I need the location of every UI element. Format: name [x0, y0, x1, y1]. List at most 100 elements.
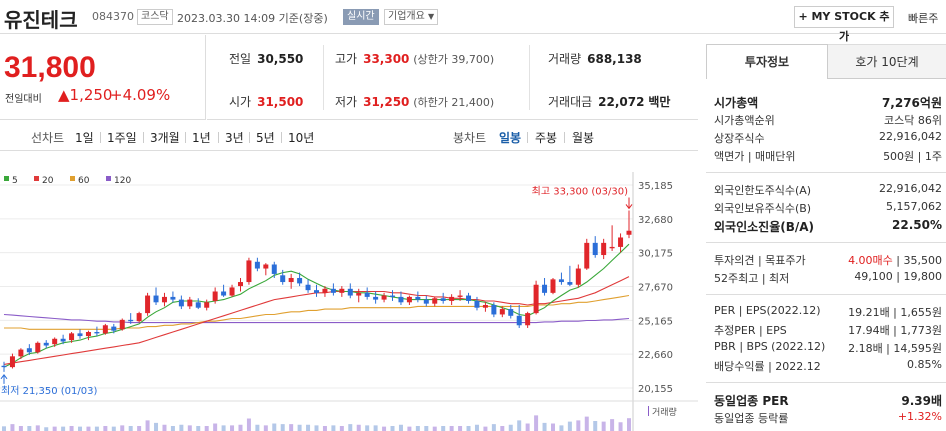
- candle-body: [305, 284, 311, 291]
- invest-row-label: 동일업종 PER: [714, 394, 789, 408]
- candle-body: [449, 296, 455, 301]
- period-option-3[interactable]: 1년: [192, 129, 211, 146]
- volume-bar: [103, 426, 108, 431]
- price-panel: 31,800 전일대비 ▲1,250 +4.09%: [0, 35, 206, 120]
- y-tick-label: 22,660: [638, 350, 673, 361]
- candle-option-0[interactable]: 일봉: [499, 129, 521, 146]
- volume-bar: [483, 426, 488, 431]
- invest-row: 추정PER | EPS 17.94배 | 1,773원: [714, 320, 946, 338]
- period-option-2[interactable]: 3개월: [150, 129, 180, 146]
- invest-row: 시가총액순위 코스닥 86위: [714, 110, 946, 128]
- stock-chart: 35,185 32,680 30,175 27,670 25,165 22,660 20,1…: [0, 172, 698, 431]
- high-price: 고가 33,300 (상한가 39,700): [335, 52, 495, 66]
- candle-body: [356, 292, 362, 296]
- candle-option-2[interactable]: 월봉: [572, 129, 594, 146]
- invest-row-label: 시가총액: [714, 96, 759, 110]
- volume-bar: [517, 420, 522, 431]
- candle-body: [178, 299, 184, 307]
- invest-info-panel: 투자정보 호가 10단계 시가총액 7,276억원 시가총액순위 코스닥 86위 상장주…: [706, 44, 946, 431]
- volume-bar: [373, 425, 378, 431]
- volume-bar: [297, 424, 302, 431]
- candle-body: [288, 277, 294, 283]
- period-option-6[interactable]: 10년: [288, 129, 314, 146]
- candle-body: [297, 277, 303, 284]
- realtime-button[interactable]: 실시간: [343, 9, 379, 25]
- add-mystock-button[interactable]: + MY STOCK 추가: [794, 6, 894, 43]
- company-info-button[interactable]: 기업개요 ▼: [384, 9, 439, 25]
- period-option-0[interactable]: 1일: [75, 129, 94, 146]
- candle-body: [271, 264, 277, 274]
- candle-body: [550, 279, 556, 293]
- volume-bar: [78, 426, 83, 431]
- volume-bar: [348, 424, 353, 431]
- volume-bar: [491, 424, 496, 431]
- period-option-5[interactable]: 5년: [256, 129, 275, 146]
- volume-bar: [280, 424, 285, 431]
- volume-bar: [238, 424, 243, 431]
- quote-summary: 전일 30,550 고가 33,300 (상한가 39,700) 거래량 688,13…: [207, 35, 698, 120]
- volume-bar: [584, 416, 589, 431]
- volume-bar: [137, 426, 142, 431]
- candle-body: [491, 305, 497, 315]
- volume-bar: [542, 422, 547, 431]
- candle-body: [145, 295, 151, 314]
- volume-bar: [196, 426, 201, 431]
- invest-row-label: 외국인한도주식수(A): [714, 184, 812, 197]
- invest-row: 외국인한도주식수(A) 22,916,042: [714, 180, 946, 198]
- volume-bar: [221, 425, 226, 431]
- invest-row-label: 추정PER | EPS: [714, 324, 787, 337]
- volume-bar: [365, 425, 370, 431]
- candle-body: [195, 302, 201, 308]
- candle-body: [339, 288, 345, 293]
- period-option-1[interactable]: 1주일: [107, 129, 137, 146]
- volume-bar: [10, 424, 15, 431]
- candle-body: [204, 302, 210, 308]
- invest-row-label: 외국인소진율(B/A): [714, 220, 815, 234]
- invest-row-value: 코스닥 86위: [884, 114, 942, 127]
- volume-bar: [466, 426, 471, 431]
- volume-bar: [567, 421, 572, 431]
- volume-bar: [458, 426, 463, 431]
- tab-invest-info[interactable]: 투자정보: [706, 44, 828, 79]
- line-chart-label: 선차트: [31, 131, 65, 145]
- candle-body: [516, 315, 522, 326]
- candle-body: [609, 246, 615, 249]
- volume-bar: [246, 418, 251, 431]
- volume-bar: [474, 424, 479, 431]
- volume-bar: [154, 422, 159, 431]
- y-tick-label: 25,165: [638, 316, 673, 327]
- stock-name: 유진테크: [4, 8, 78, 32]
- volume-bar: [170, 426, 175, 431]
- invest-row-value: 500원 | 1주: [883, 150, 942, 163]
- volume-bar: [339, 426, 344, 431]
- volume-bar: [432, 426, 437, 431]
- invest-row-label: 외국인보유주식수(B): [714, 202, 812, 215]
- candle-body: [170, 296, 176, 300]
- volume-bar: [576, 420, 581, 431]
- invest-row: 외국인소진율(B/A) 22.50%: [714, 216, 946, 234]
- volume-bar: [627, 418, 631, 431]
- legend-label: 20: [42, 176, 54, 186]
- quick-link[interactable]: 빠른주: [908, 10, 938, 26]
- candle-body: [584, 242, 590, 269]
- volume-bar: [204, 426, 209, 431]
- volume-bar: [213, 423, 218, 431]
- candle-body: [508, 309, 514, 316]
- candle-option-1[interactable]: 주봉: [535, 129, 557, 146]
- period-option-4[interactable]: 3년: [225, 129, 244, 146]
- current-price: 31,800: [4, 51, 96, 84]
- candle-body: [373, 296, 379, 300]
- candle-body: [592, 242, 598, 256]
- candle-body: [398, 296, 404, 303]
- volume-legend-mark: [648, 406, 649, 416]
- candle-body: [542, 284, 548, 293]
- candle-body: [254, 261, 260, 269]
- tab-hoga[interactable]: 호가 10단계: [828, 44, 946, 79]
- invest-row: 52주최고 | 최저 49,100 | 19,800: [714, 268, 946, 286]
- volume-bar: [128, 426, 133, 431]
- volume-bar: [145, 420, 150, 431]
- change-label: 전일대비: [5, 94, 42, 105]
- candle-body: [119, 319, 125, 330]
- invest-row-value: 0.85%: [907, 358, 942, 371]
- candle-chart-label: 봉차트: [453, 131, 487, 145]
